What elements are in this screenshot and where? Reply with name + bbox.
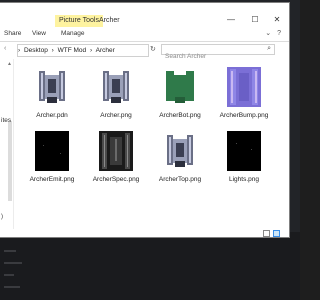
file-item[interactable]: ArcherBot.png <box>150 65 210 127</box>
bg-text-line <box>4 262 22 264</box>
breadcrumb-archer[interactable]: Archer <box>96 47 115 54</box>
image-thumbnail <box>163 67 197 107</box>
file-grid: Archer.pdn Archer.png ArcherBot.png Arch… <box>14 59 289 229</box>
minimize-button[interactable]: — <box>221 13 241 27</box>
file-item[interactable]: ArcherEmit.png <box>22 129 82 191</box>
file-name: ArcherTop.png <box>158 176 202 183</box>
image-thumbnail <box>227 131 261 171</box>
bg-text-line <box>4 274 14 276</box>
terminal-background <box>0 232 300 300</box>
address-bar-row: ‹ › Desktop › WTF Mod › Archer ↻ ⌕ <box>0 42 289 61</box>
navigation-pane[interactable]: ▲ ites ) <box>0 59 14 229</box>
breadcrumb-separator-icon: › <box>89 47 93 54</box>
archer-sprite-icon <box>39 71 65 103</box>
close-button[interactable]: ✕ <box>267 13 287 27</box>
bg-text-line <box>4 250 16 252</box>
archer-sprite-icon <box>103 71 129 103</box>
tab-manage[interactable]: Manage <box>61 30 85 37</box>
details-view-button[interactable] <box>263 230 270 237</box>
file-name: ArcherEmit.png <box>29 176 75 183</box>
image-thumbnail <box>99 131 133 171</box>
file-name: ArcherSpec.png <box>92 176 140 183</box>
search-icon: ⌕ <box>267 45 271 52</box>
emit-map-icon <box>35 131 69 171</box>
breadcrumb-desktop[interactable]: Desktop <box>24 47 48 54</box>
scroll-up-icon[interactable]: ▲ <box>7 61 12 67</box>
file-item[interactable]: ArcherSpec.png <box>86 129 146 191</box>
image-thumbnail <box>35 67 69 107</box>
ribbon-expand-icon[interactable]: ⌄ <box>265 30 271 37</box>
tab-share[interactable]: Share <box>4 30 21 37</box>
file-item[interactable]: Archer.pdn <box>22 65 82 127</box>
file-item[interactable]: Archer.png <box>86 65 146 127</box>
file-item[interactable]: ArcherTop.png <box>150 129 210 191</box>
title-bar: Picture Tools Archer — ☐ ✕ <box>0 3 289 27</box>
refresh-icon[interactable]: ↻ <box>150 45 156 53</box>
bg-text-line <box>4 286 20 288</box>
file-item[interactable]: Lights.png <box>214 129 274 191</box>
breadcrumb-separator-icon: › <box>51 47 54 54</box>
nav-item-favorites[interactable]: ites <box>1 117 11 124</box>
lights-map-icon <box>227 131 261 171</box>
image-thumbnail <box>227 67 261 107</box>
breadcrumb-separator-icon: › <box>18 47 21 54</box>
ribbon-tabs: Share View Manage ⌄ ? <box>0 27 289 42</box>
file-explorer-window: Picture Tools Archer — ☐ ✕ Share View Ma… <box>0 2 290 238</box>
maximize-button[interactable]: ☐ <box>245 13 265 27</box>
help-icon[interactable]: ? <box>277 30 281 37</box>
file-item[interactable]: ArcherBump.png <box>214 65 274 127</box>
window-title: Archer <box>99 17 120 24</box>
archer-bump-icon <box>227 67 261 107</box>
archer-bot-icon <box>166 71 194 103</box>
picture-tools-tab[interactable]: Picture Tools <box>55 15 103 27</box>
image-thumbnail <box>163 131 197 171</box>
nav-item-selected[interactable]: ) <box>1 214 3 220</box>
file-name: Lights.png <box>229 176 259 183</box>
file-name: Archer.pdn <box>36 112 68 119</box>
breadcrumb-wtf-mod[interactable]: WTF Mod <box>58 47 87 54</box>
file-name: Archer.png <box>100 112 132 119</box>
tab-view[interactable]: View <box>32 30 46 37</box>
large-icons-view-button[interactable] <box>273 230 280 237</box>
archer-top-icon <box>167 135 193 167</box>
address-bar[interactable]: › Desktop › WTF Mod › Archer <box>17 44 149 57</box>
back-icon[interactable]: ‹ <box>4 45 6 52</box>
file-name: ArcherBump.png <box>219 112 269 119</box>
search-box: ⌕ <box>161 44 275 61</box>
navigation-scrollbar[interactable] <box>8 121 12 201</box>
status-bar <box>0 229 289 237</box>
image-thumbnail <box>35 131 69 171</box>
image-thumbnail <box>99 67 133 107</box>
spec-map-icon <box>99 131 133 171</box>
file-name: ArcherBot.png <box>159 112 201 119</box>
